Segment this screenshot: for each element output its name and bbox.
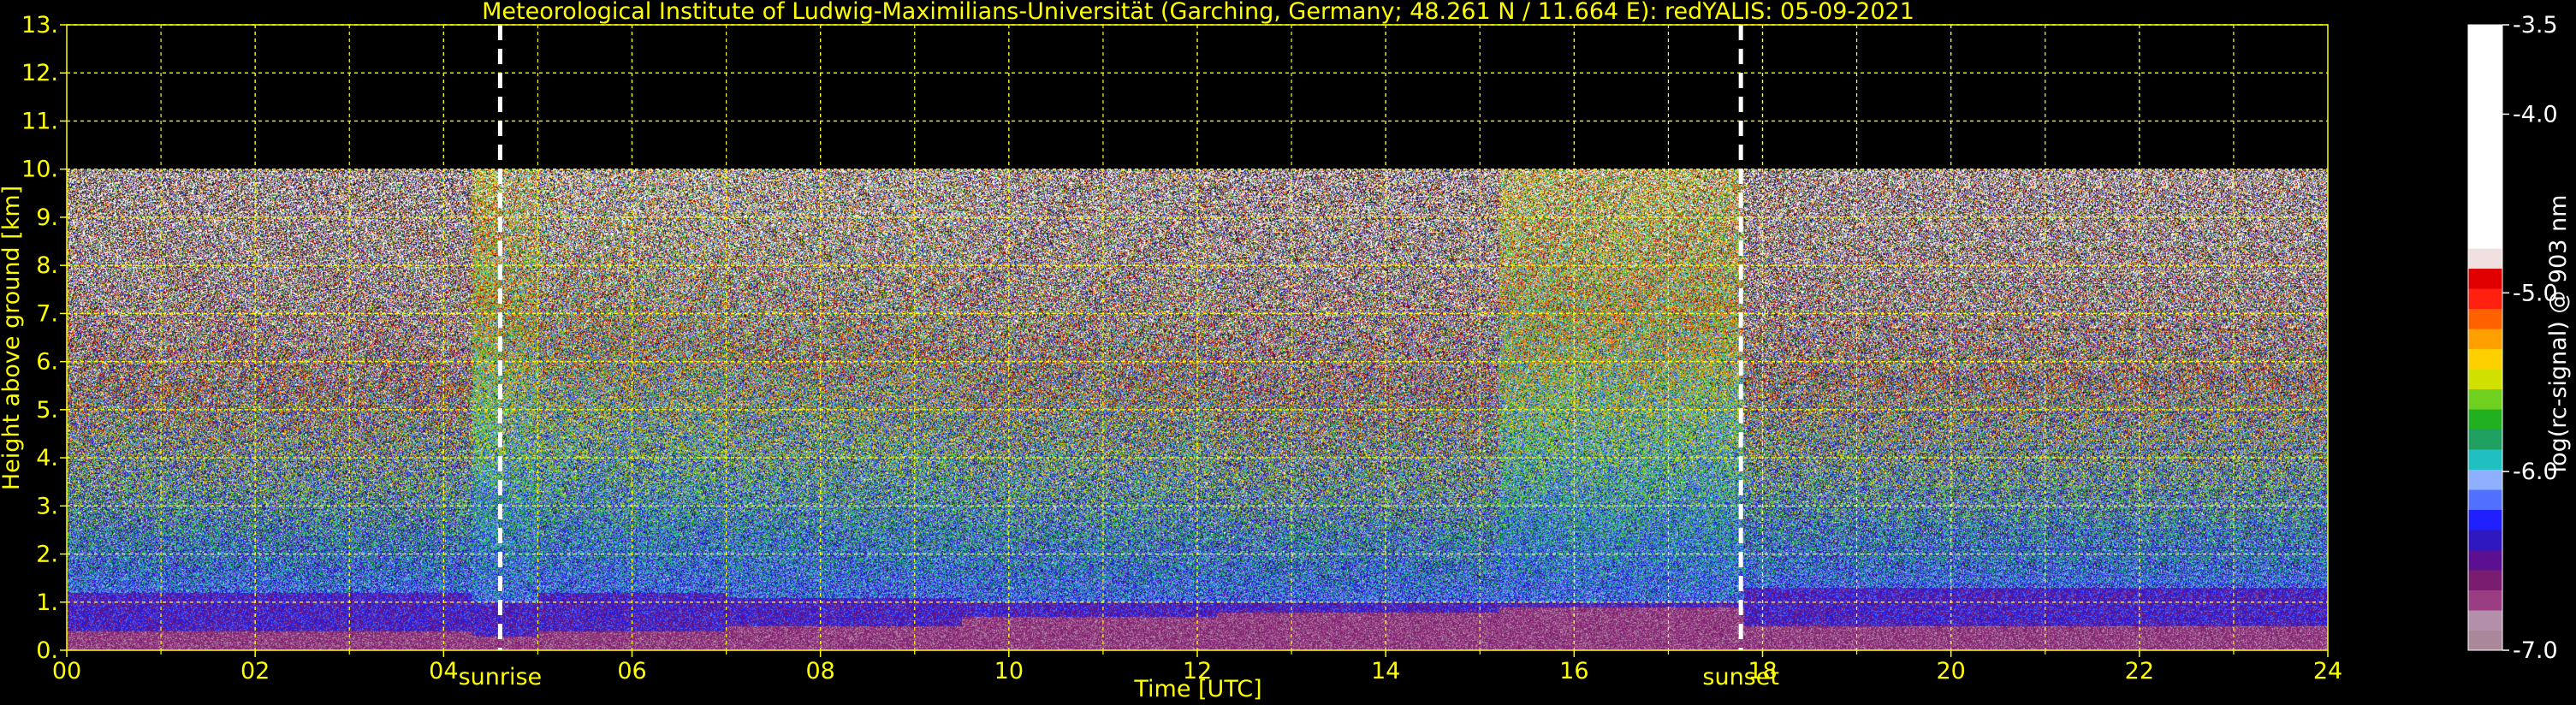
y-tick-label: 4. [36,445,58,471]
colorbar-swatch [2468,449,2502,471]
event-label: sunrise [459,664,543,690]
colorbar-swatch [2468,248,2502,270]
colorbar-swatch [2468,509,2502,530]
y-tick-label: 3. [36,493,58,519]
y-tick-label: 7. [36,300,58,327]
y-tick-label: 9. [36,204,58,231]
y-tick-label: 10. [21,157,58,183]
heatmap-image [67,25,2328,650]
chart-title: Meteorological Institute of Ludwig-Maxim… [482,0,1914,25]
x-tick-label: 14 [1371,658,1400,684]
colorbar-swatch [2468,530,2502,551]
colorbar-tick-label: -7.0 [2513,637,2558,664]
backscatter-heatmap [67,25,2328,650]
x-tick-label: 04 [429,658,458,684]
x-axis-label: Time [UTC] [1133,676,1261,702]
colorbar-swatch [2468,429,2502,450]
colorbar-label: log(rc-signal) @ 903 nm [2545,195,2572,473]
colorbar-swatch [2468,469,2502,490]
colorbar-swatch [2468,388,2502,410]
colorbar-swatch [2468,288,2502,310]
x-tick-label: 10 [994,658,1024,684]
colorbar-swatch [2468,489,2502,511]
colorbar-tick-label: -4.0 [2513,101,2558,127]
colorbar-swatch [2468,348,2502,370]
y-tick-label: 13. [21,12,58,39]
colorbar [2467,24,2503,651]
colorbar-swatch [2468,610,2502,631]
x-tick-label: 16 [1559,658,1588,684]
x-tick-label: 20 [1936,658,1965,684]
colorbar-swatch [2468,409,2502,430]
colorbar-swatch [2468,589,2502,611]
colorbar-swatch [2468,268,2502,289]
y-tick-label: 6. [36,349,58,376]
y-axis-label: Height above ground [km] [0,186,25,490]
colorbar-swatch [2468,630,2502,651]
x-tick-label: 18 [1748,658,1777,684]
y-tick-label: 8. [36,252,58,279]
colorbar-swatch [2468,369,2502,390]
x-tick-label: 06 [617,658,646,684]
y-tick-label: 1. [36,589,58,616]
y-tick-label: 2. [36,542,58,568]
y-tick-label: 5. [36,397,58,424]
colorbar-swatch [2468,549,2502,571]
colorbar-swatch [2468,329,2502,350]
lidar-backscatter-chart: sunrise sunset 00 02 04 06 08 10 12 14 16 18 20 22 24… [0,0,2576,705]
x-tick-label: 02 [240,658,270,684]
y-tick-label: 0. [36,637,58,664]
x-tick-label: 22 [2125,658,2154,684]
y-tick-label: 11. [21,108,58,134]
colorbar-tick-label: -3.5 [2513,12,2558,39]
colorbar-swatch [2468,308,2502,329]
x-tick-label: 24 [2313,658,2342,684]
y-tick-label: 12. [21,60,58,86]
colorbar-swatch [2468,25,2502,249]
x-tick-label: 08 [805,658,834,684]
colorbar-swatch [2468,570,2502,591]
